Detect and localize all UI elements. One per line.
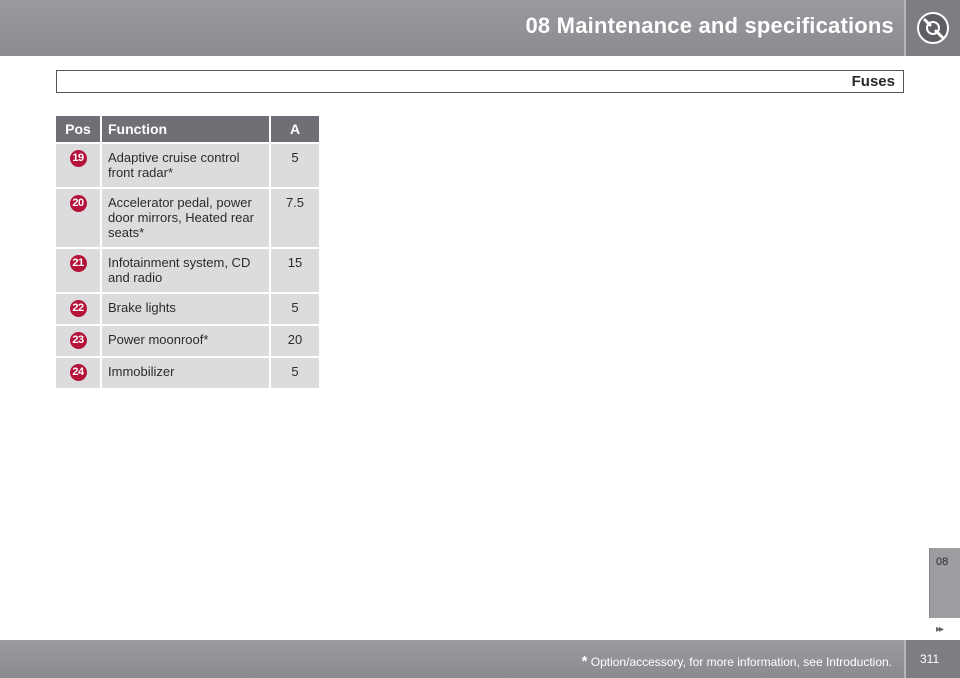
fuse-table: Pos Function A 19 Adaptive cruise contro… <box>56 116 319 388</box>
chapter-tab-number: 08 <box>936 556 949 568</box>
wrench-gear-icon <box>917 12 949 44</box>
next-page-arrows-icon[interactable]: ▸▸ <box>936 624 944 635</box>
amperage-cell: 5 <box>270 356 319 388</box>
column-header-amps: A <box>270 116 319 143</box>
position-badge: 19 <box>69 150 87 167</box>
function-cell: Adaptive cruise control front radar* <box>101 142 271 188</box>
table-row: 23 Power moonroof* 20 <box>56 324 319 357</box>
pos-cell: 24 <box>56 356 102 388</box>
page-number-box: 311 <box>904 640 960 678</box>
position-badge: 21 <box>69 255 87 272</box>
amperage-cell: 5 <box>270 142 319 188</box>
column-header-function: Function <box>101 116 271 143</box>
function-cell: Power moonroof* <box>101 324 271 357</box>
column-header-pos: Pos <box>56 116 102 143</box>
position-badge: 23 <box>69 332 87 349</box>
pos-cell: 22 <box>56 292 102 325</box>
function-cell: Brake lights <box>101 292 271 325</box>
section-title: Fuses <box>851 73 895 90</box>
position-badge: 20 <box>69 195 87 212</box>
amperage-cell: 20 <box>270 324 319 357</box>
amperage-cell: 5 <box>270 292 319 325</box>
footnote-text: Option/accessory, for more information, … <box>590 655 892 669</box>
chapter-tab[interactable]: 08 <box>929 548 960 618</box>
chapter-icon-box <box>904 0 960 56</box>
table-row: 21 Infotainment system, CD and radio 15 <box>56 247 319 293</box>
table-row: 19 Adaptive cruise control front radar* … <box>56 142 319 188</box>
pos-cell: 23 <box>56 324 102 357</box>
chapter-header: 08 Maintenance and specifications <box>0 0 960 56</box>
page-footer: * Option/accessory, for more information… <box>0 640 960 678</box>
table-row: 24 Immobilizer 5 <box>56 356 319 388</box>
section-bar: Fuses <box>56 70 904 93</box>
amperage-cell: 15 <box>270 247 319 293</box>
position-badge: 22 <box>69 300 87 317</box>
pos-cell: 20 <box>56 187 102 248</box>
position-badge: 24 <box>69 364 87 381</box>
function-cell: Infotainment system, CD and radio <box>101 247 271 293</box>
chapter-title: 08 Maintenance and specifications <box>525 13 894 38</box>
table-header-row: Pos Function A <box>56 116 319 143</box>
pos-cell: 21 <box>56 247 102 293</box>
footer-note: * Option/accessory, for more information… <box>582 653 892 670</box>
pos-cell: 19 <box>56 142 102 188</box>
table-row: 20 Accelerator pedal, power door mirrors… <box>56 187 319 248</box>
function-cell: Accelerator pedal, power door mirrors, H… <box>101 187 271 248</box>
table-row: 22 Brake lights 5 <box>56 292 319 325</box>
page-number: 311 <box>920 652 940 666</box>
footnote-star: * <box>581 653 588 670</box>
amperage-cell: 7.5 <box>270 187 319 248</box>
function-cell: Immobilizer <box>101 356 271 388</box>
